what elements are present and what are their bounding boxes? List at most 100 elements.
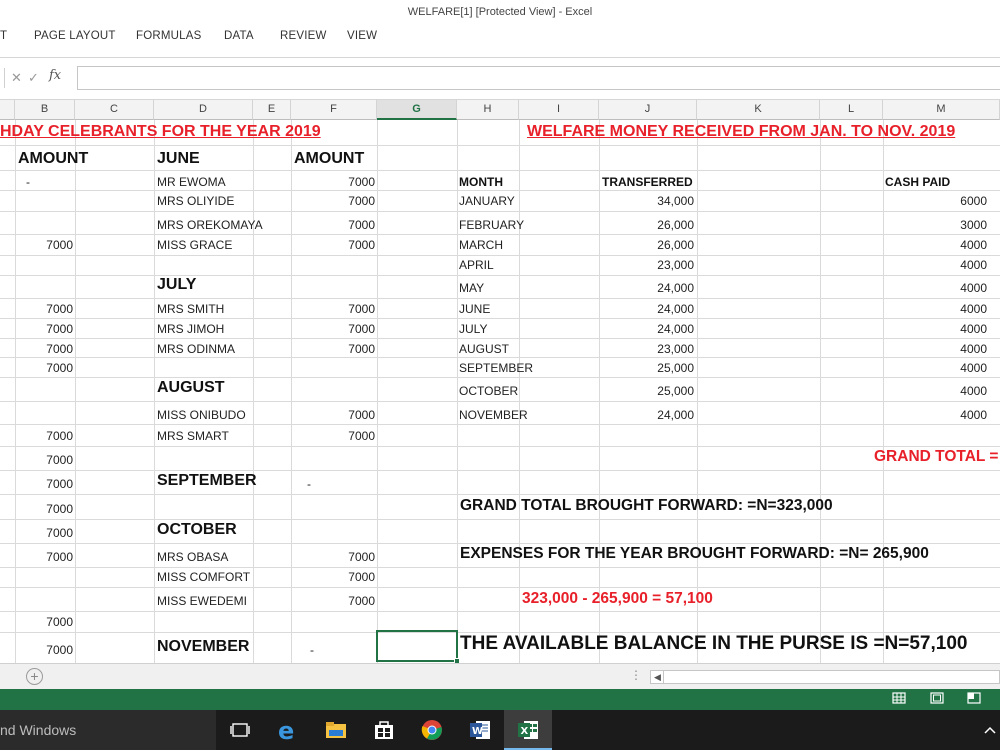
task-view-icon[interactable] xyxy=(228,718,252,742)
celebrant-name[interactable]: MRS SMITH xyxy=(157,302,224,316)
celebrant-amount[interactable]: 7000 xyxy=(291,302,375,316)
amount-cell[interactable]: - xyxy=(26,175,30,189)
edge-icon[interactable]: e xyxy=(276,717,300,745)
col-header-g[interactable]: G xyxy=(377,100,457,120)
welfare-title[interactable]: WELFARE MONEY RECEIVED FROM JAN. TO NOV.… xyxy=(527,124,955,140)
celebrant-amount[interactable]: 7000 xyxy=(291,594,375,608)
transferred-cell[interactable]: 23,000 xyxy=(599,258,694,272)
month-october[interactable]: OCTOBER xyxy=(157,522,237,538)
month-cell[interactable]: MARCH xyxy=(459,238,503,252)
amount-cell[interactable]: 7000 xyxy=(15,643,73,657)
celebrant-amount[interactable]: 7000 xyxy=(291,218,375,232)
file-explorer-icon[interactable] xyxy=(324,718,348,742)
transferred-cell[interactable]: 26,000 xyxy=(599,218,694,232)
celebrant-name[interactable]: MRS OBASA xyxy=(157,550,228,564)
celebrant-amount[interactable]: 7000 xyxy=(291,570,375,584)
col-header-e[interactable]: E xyxy=(253,100,291,120)
tab-review[interactable]: REVIEW xyxy=(280,30,327,42)
header-transferred[interactable]: TRANSFERRED xyxy=(602,175,693,189)
celebrant-name[interactable]: MISS ONIBUDO xyxy=(157,408,246,422)
celebrants-title[interactable]: HDAY CELEBRANTS FOR THE YEAR 2019 xyxy=(0,124,321,140)
page-break-icon[interactable] xyxy=(966,692,982,706)
brought-forward-line[interactable]: GRAND TOTAL BROUGHT FORWARD: =N=323,000 xyxy=(460,498,833,514)
amount-cell[interactable]: 7000 xyxy=(15,302,73,316)
header-cash-paid[interactable]: CASH PAID xyxy=(885,175,950,189)
amount-cell[interactable]: 7000 xyxy=(15,429,73,443)
add-sheet-icon[interactable]: + xyxy=(26,668,43,685)
amount-header[interactable]: AMOUNT xyxy=(18,151,88,167)
tab-view[interactable]: VIEW xyxy=(347,30,377,42)
celebrant-amount[interactable]: 7000 xyxy=(291,429,375,443)
celebrant-name[interactable]: MRS OLIYIDE xyxy=(157,194,234,208)
col-header-f[interactable]: F xyxy=(291,100,377,120)
celebrant-amount[interactable]: 7000 xyxy=(291,238,375,252)
celebrant-amount[interactable]: 7000 xyxy=(291,408,375,422)
month-july[interactable]: JULY xyxy=(157,277,196,293)
celebrant-amount[interactable]: - xyxy=(307,477,311,491)
cash-paid-cell[interactable]: 4000 xyxy=(883,342,987,356)
cash-paid-cell[interactable]: 4000 xyxy=(883,302,987,316)
scroll-left-icon[interactable]: ◀ xyxy=(652,671,664,683)
col-header-h[interactable]: H xyxy=(457,100,519,120)
col-header-l[interactable]: L xyxy=(820,100,883,120)
more-icon[interactable]: ⋮ xyxy=(630,668,642,682)
celebrant-amount[interactable]: - xyxy=(310,643,314,657)
celebrant-amount[interactable]: 7000 xyxy=(291,342,375,356)
amount-cell[interactable]: 7000 xyxy=(15,502,73,516)
transferred-cell[interactable]: 24,000 xyxy=(599,322,694,336)
month-cell[interactable]: FEBRUARY xyxy=(459,218,524,232)
word-icon[interactable]: W xyxy=(468,718,492,742)
celebrant-name[interactable]: MR EWOMA xyxy=(157,175,226,189)
active-cell[interactable] xyxy=(376,630,460,663)
celebrant-name[interactable]: MISS COMFORT xyxy=(157,570,250,584)
month-cell[interactable]: APRIL xyxy=(459,258,494,272)
amount-cell[interactable]: 7000 xyxy=(15,238,73,252)
col-header-d[interactable]: D xyxy=(154,100,253,120)
col-header-m[interactable]: M xyxy=(883,100,1000,120)
col-header-k[interactable]: K xyxy=(697,100,820,120)
tab-page-layout[interactable]: PAGE LAYOUT xyxy=(34,30,116,42)
tab-data[interactable]: DATA xyxy=(224,30,254,42)
amount-cell[interactable]: 7000 xyxy=(15,615,73,629)
amount-cell[interactable]: 7000 xyxy=(15,453,73,467)
celebrant-amount[interactable]: 7000 xyxy=(291,550,375,564)
tab-formulas[interactable]: FORMULAS xyxy=(136,30,202,42)
month-june[interactable]: JUNE xyxy=(157,151,200,167)
balance-line[interactable]: THE AVAILABLE BALANCE IN THE PURSE IS =N… xyxy=(460,634,967,653)
horizontal-scrollbar[interactable]: ◀ xyxy=(650,670,1000,684)
col-header-c[interactable]: C xyxy=(75,100,154,120)
amount-header-2[interactable]: AMOUNT xyxy=(294,151,364,167)
amount-cell[interactable]: 7000 xyxy=(15,550,73,564)
amount-cell[interactable]: 7000 xyxy=(15,526,73,540)
amount-cell[interactable]: 7000 xyxy=(15,322,73,336)
formula-input[interactable] xyxy=(77,66,1000,90)
chrome-icon[interactable] xyxy=(420,718,444,742)
page-layout-icon[interactable] xyxy=(929,692,945,706)
month-cell[interactable]: JUNE xyxy=(459,302,490,316)
cash-paid-cell[interactable]: 4000 xyxy=(883,408,987,422)
calculation-line[interactable]: 323,000 - 265,900 = 57,100 xyxy=(522,591,713,607)
col-header-j[interactable]: J xyxy=(599,100,697,120)
month-cell[interactable]: OCTOBER xyxy=(459,384,518,398)
celebrant-name[interactable]: MISS GRACE xyxy=(157,238,232,252)
month-cell[interactable]: JULY xyxy=(459,322,487,336)
celebrant-amount[interactable]: 7000 xyxy=(291,194,375,208)
transferred-cell[interactable]: 34,000 xyxy=(599,194,694,208)
col-header-b[interactable]: B xyxy=(15,100,75,120)
normal-view-icon[interactable] xyxy=(891,692,907,706)
amount-cell[interactable]: 7000 xyxy=(15,477,73,491)
cash-paid-cell[interactable]: 4000 xyxy=(883,361,987,375)
cash-paid-cell[interactable]: 4000 xyxy=(883,322,987,336)
celebrant-amount[interactable]: 7000 xyxy=(291,322,375,336)
grand-total-label[interactable]: GRAND TOTAL = xyxy=(874,449,998,465)
celebrant-name[interactable]: MRS ODINMA xyxy=(157,342,235,356)
cash-paid-cell[interactable]: 4000 xyxy=(883,384,987,398)
transferred-cell[interactable]: 24,000 xyxy=(599,408,694,422)
x-icon[interactable]: ✕ xyxy=(11,70,22,86)
month-september[interactable]: SEPTEMBER xyxy=(157,473,257,489)
check-icon[interactable]: ✓ xyxy=(28,70,39,86)
transferred-cell[interactable]: 25,000 xyxy=(599,361,694,375)
month-cell[interactable]: NOVEMBER xyxy=(459,408,528,422)
cash-paid-cell[interactable]: 4000 xyxy=(883,258,987,272)
transferred-cell[interactable]: 23,000 xyxy=(599,342,694,356)
